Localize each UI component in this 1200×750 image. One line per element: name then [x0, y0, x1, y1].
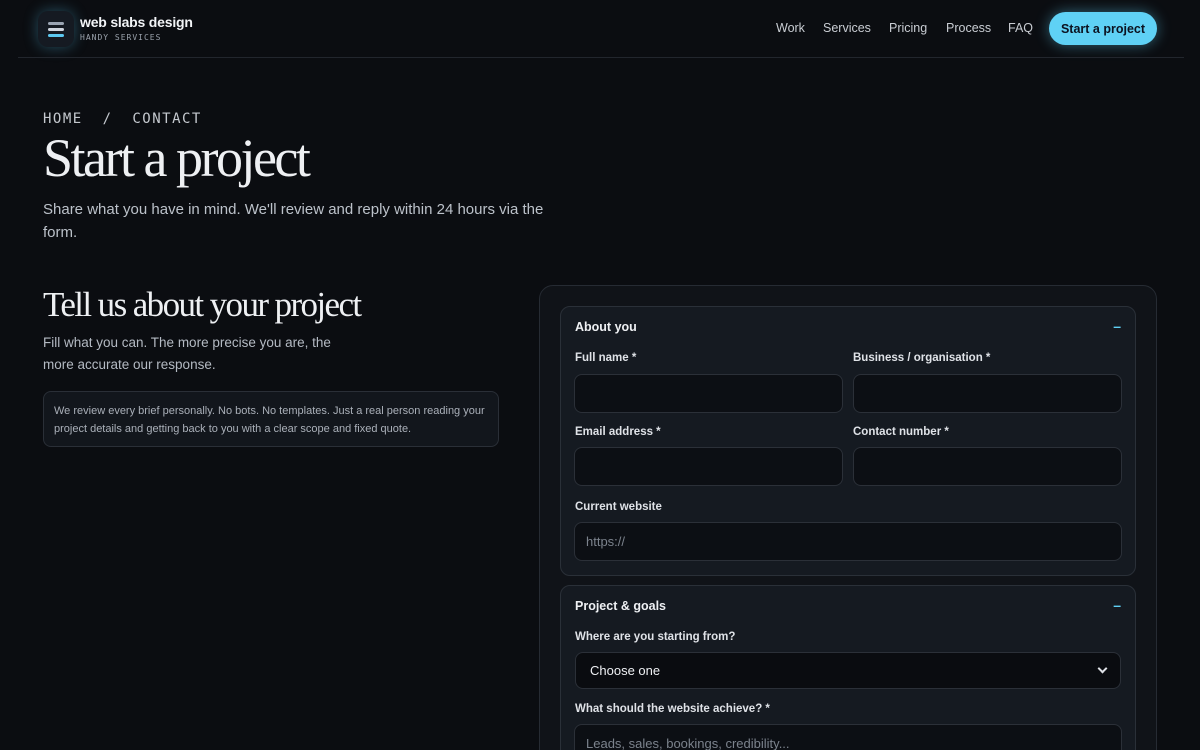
breadcrumb: HOME / CONTACT [43, 111, 202, 127]
starting-point-select[interactable]: Choose one [575, 652, 1121, 689]
nav-link-work[interactable]: Work [776, 21, 805, 35]
brand-name[interactable]: web slabs design [80, 14, 193, 30]
start-project-button[interactable]: Start a project [1049, 12, 1157, 45]
section-heading: Tell us about your project [43, 285, 362, 324]
nav-link-process[interactable]: Process [946, 21, 991, 35]
business-input[interactable] [853, 374, 1122, 413]
website-goal-label: What should the website achieve? * [575, 703, 770, 715]
section-subtitle: Fill what you can. The more precise you … [43, 335, 331, 372]
page-title: Start a project [43, 128, 311, 188]
website-input[interactable] [574, 522, 1122, 561]
full-name-input[interactable] [574, 374, 843, 413]
about-you-title[interactable]: About you [575, 320, 637, 334]
brand-tagline: HANDY SERVICES [80, 33, 162, 42]
review-note-card: We review every brief personally. No bot… [43, 391, 499, 447]
chevron-down-icon [1097, 663, 1108, 674]
website-goal-input[interactable] [574, 724, 1122, 750]
page-lead: Share what you have in mind. We'll revie… [43, 201, 544, 241]
starting-point-value: Choose one [590, 663, 661, 678]
nav-link-faq[interactable]: FAQ [1008, 21, 1033, 35]
phone-input[interactable] [853, 447, 1122, 486]
nav-link-pricing[interactable]: Pricing [889, 21, 927, 35]
header-divider [18, 57, 1184, 58]
project-goals-title[interactable]: Project & goals [575, 599, 666, 613]
collapse-icon[interactable]: – [1113, 318, 1121, 334]
website-label: Current website [575, 501, 662, 513]
phone-label: Contact number * [853, 426, 949, 438]
collapse-icon[interactable]: – [1113, 597, 1121, 613]
starting-point-label: Where are you starting from? [575, 631, 736, 643]
full-name-label: Full name * [575, 352, 637, 364]
nav-link-services[interactable]: Services [823, 21, 871, 35]
business-label: Business / organisation * [853, 352, 991, 364]
top-navigation-bar: web slabs design HANDY SERVICES Work Ser… [0, 0, 1200, 58]
brand-logo-icon[interactable] [38, 11, 74, 47]
email-input[interactable] [574, 447, 843, 486]
email-label: Email address * [575, 426, 661, 438]
